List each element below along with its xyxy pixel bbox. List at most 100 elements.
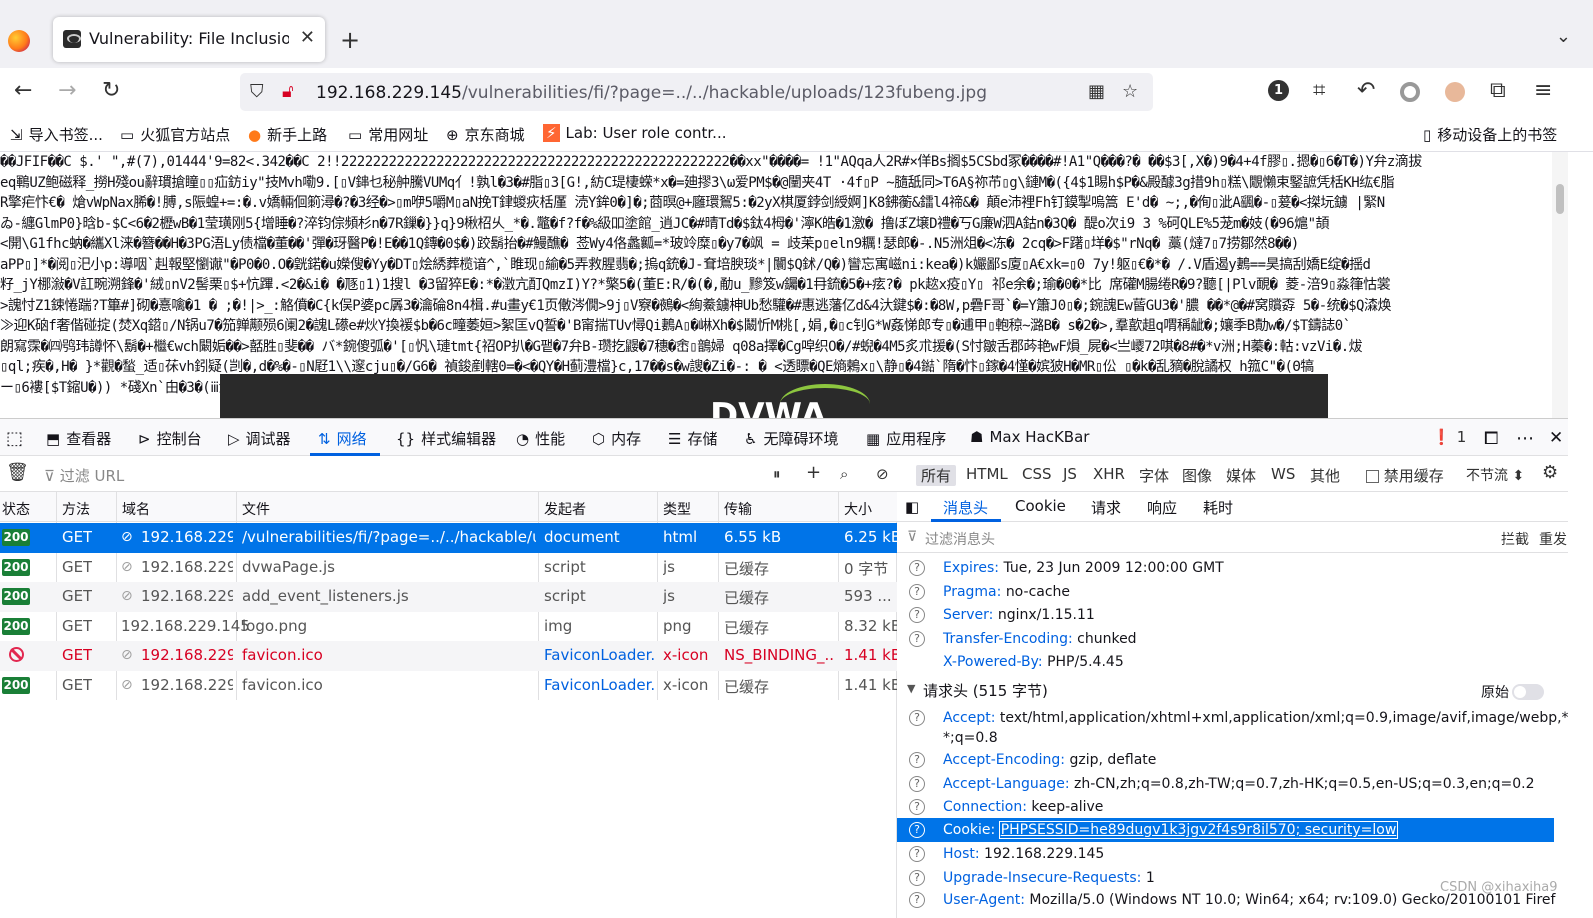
help-icon[interactable]: ? [909,846,925,862]
table-row[interactable]: 200 GET 192.168.229.145 logo.png img png… [0,612,901,642]
browser-tab[interactable]: Vulnerability: File Inclusion : ✕ [53,17,325,62]
collapse-triangle-icon[interactable]: ▼ [907,682,915,695]
bookmark-mobile[interactable]: ▯ 移动设备上的书签 [1423,124,1557,145]
pause-icon[interactable]: ⏸︎ [773,465,781,483]
help-icon[interactable]: ? [909,869,925,886]
new-tab-icon[interactable]: + [340,26,360,54]
throttle-select[interactable]: 不节流 ⬍ [1466,465,1524,485]
add-icon[interactable]: + [806,462,821,483]
help-icon[interactable]: ? [909,607,925,623]
column-type[interactable]: 类型 [663,499,691,519]
help-icon[interactable]: ? [909,560,925,576]
forward-icon[interactable]: → [58,78,76,103]
help-icon[interactable]: ? [909,822,925,838]
scrollbar-thumb[interactable] [1556,184,1564,214]
filter-all[interactable]: 所有 [916,465,957,486]
settings-gear-icon[interactable]: ⚙ [1542,462,1558,483]
puzzle-extensions-icon[interactable]: ⧉ [1490,78,1506,103]
table-row[interactable]: 200 GET ⊘ 192.168.229... favicon.ico Fav… [0,671,901,701]
help-icon[interactable]: ? [909,752,925,768]
tab-debugger[interactable]: ▷ 调试器 [228,428,291,449]
filter-js[interactable]: JS [1063,465,1077,483]
tab-memory[interactable]: ⬡ 内存 [592,428,641,449]
header-row[interactable]: ? Accept: text/html,application/xhtml+xml… [897,708,1568,748]
help-icon[interactable]: ? [909,630,925,647]
column-transferred[interactable]: 传输 [724,499,752,519]
header-row-cookie[interactable]: ? Cookie: PHPSESSID=he89dugv1k3jgv2f4s9r8… [897,818,1554,842]
tab-performance[interactable]: ◔ 性能 [516,428,565,449]
filter-other[interactable]: 其他 [1310,465,1340,486]
shield-icon[interactable]: ⛉ [250,81,264,102]
qr-code-icon[interactable]: ▦ [1088,81,1105,102]
disable-cache-checkbox[interactable]: 禁用缓存 [1366,465,1444,486]
tab-timings[interactable]: 耗时 [1203,497,1233,518]
column-status[interactable]: 状态 [2,499,30,519]
filter-html[interactable]: HTML [966,465,1008,483]
block-button[interactable]: 拦截 [1501,529,1529,549]
filter-ws[interactable]: WS [1271,465,1295,483]
search-icon[interactable]: ⌕ [840,465,848,483]
tab-response[interactable]: 响应 [1147,497,1177,518]
tab-hackbar[interactable]: ☗ Max HacKBar [970,428,1089,446]
menu-icon[interactable]: ≡ [1534,78,1552,103]
url-text[interactable]: 192.168.229.145/vulnerabilities/fi/?page… [316,83,987,103]
insecure-lock-icon[interactable]: 🔓︎ [282,81,294,102]
address-bar[interactable]: ⛉ 🔓︎ 192.168.229.145/vulnerabilities/fi/… [240,73,1153,111]
tab-console[interactable]: ⊳ 控制台 [138,428,202,449]
resend-button[interactable]: 重发 [1539,529,1567,549]
element-picker-icon[interactable]: ⬚ [6,428,23,449]
more-options-icon[interactable]: ⋯ [1516,428,1534,449]
notification-badge-icon[interactable]: 1 [1268,80,1289,101]
extension-circle-icon[interactable] [1400,82,1420,102]
tab-style-editor[interactable]: {} 样式编辑器 [396,428,496,449]
bookmark-lab[interactable]: ⚡ Lab: User role contr... [543,124,726,142]
tab-inspector[interactable]: ⬒ 查看器 [46,428,111,449]
toggle-sidebar-icon[interactable]: ◧ [905,498,919,516]
tab-headers[interactable]: 消息头 [943,497,988,518]
tab-cookie[interactable]: Cookie [1015,497,1066,515]
column-method[interactable]: 方法 [62,499,90,519]
table-row[interactable]: 200 GET ⊘ 192.168.229... /vulnerabilitie… [0,523,901,553]
request-initiator-link[interactable]: FaviconLoader.... [544,676,654,694]
block-icon[interactable]: ⊘ [876,465,889,483]
help-icon[interactable]: ? [909,892,925,908]
table-row[interactable]: 200 GET ⊘ 192.168.229... add_event_liste… [0,582,897,612]
trash-icon[interactable]: 🗑︎ [6,462,29,483]
bookmark-star-icon[interactable]: ☆ [1122,81,1138,102]
screenshot-icon[interactable]: ⌗ [1313,78,1325,103]
tab-accessibility[interactable]: ♿︎ 无障碍环境 [744,428,838,449]
close-tab-icon[interactable]: ✕ [300,27,315,48]
filter-xhr[interactable]: XHR [1093,465,1125,483]
filter-css[interactable]: CSS [1022,465,1052,483]
undo-icon[interactable]: ↶ [1357,78,1375,103]
bookmark-import[interactable]: ⇲ 导入书签... [10,124,103,145]
bookmark-firefox-site[interactable]: ▭ 火狐官方站点 [120,124,230,145]
raw-toggle[interactable] [1512,684,1544,700]
back-icon[interactable]: ← [14,78,32,103]
help-icon[interactable]: ? [909,799,925,815]
filter-fonts[interactable]: 字体 [1139,465,1169,486]
table-row[interactable]: 200 GET ⊘ 192.168.229... dvwaPage.js scr… [0,553,897,583]
bookmark-getting-started[interactable]: ● 新手上路 [248,124,327,145]
request-initiator-link[interactable]: FaviconLoader.... [544,646,654,664]
filter-media[interactable]: 媒体 [1226,465,1256,486]
column-size[interactable]: 大小 [844,499,872,519]
column-file[interactable]: 文件 [242,499,270,519]
request-headers-section[interactable]: ▼ 请求头 (515 字节) 原始 [897,680,1568,704]
error-indicator[interactable]: ❗ 1 [1432,428,1466,446]
cookie-value[interactable]: PHPSESSID=he89dugv1k3jgv2f4s9r8il570; se… [998,821,1399,839]
help-icon[interactable]: ? [909,776,925,792]
close-devtools-icon[interactable]: ✕ [1549,428,1563,448]
page-scrollbar[interactable] [1552,152,1568,418]
tab-network[interactable]: ⇅ 网络 [318,428,367,449]
column-domain[interactable]: 域名 [122,499,150,519]
bookmark-common-sites[interactable]: ▭ 常用网址 [348,124,428,145]
tab-application[interactable]: ▦ 应用程序 [866,428,946,449]
help-icon[interactable]: ? [909,583,925,600]
tab-request[interactable]: 请求 [1091,497,1121,518]
firefox-icon[interactable] [8,30,30,52]
column-initiator[interactable]: 发起者 [544,499,586,519]
filter-url-input[interactable]: ⊽ 过滤 URL [44,465,124,486]
extension-avatar-icon[interactable] [1445,82,1465,102]
table-row[interactable]: GET ⊘ 192.168.229... favicon.ico Favicon… [0,641,901,671]
